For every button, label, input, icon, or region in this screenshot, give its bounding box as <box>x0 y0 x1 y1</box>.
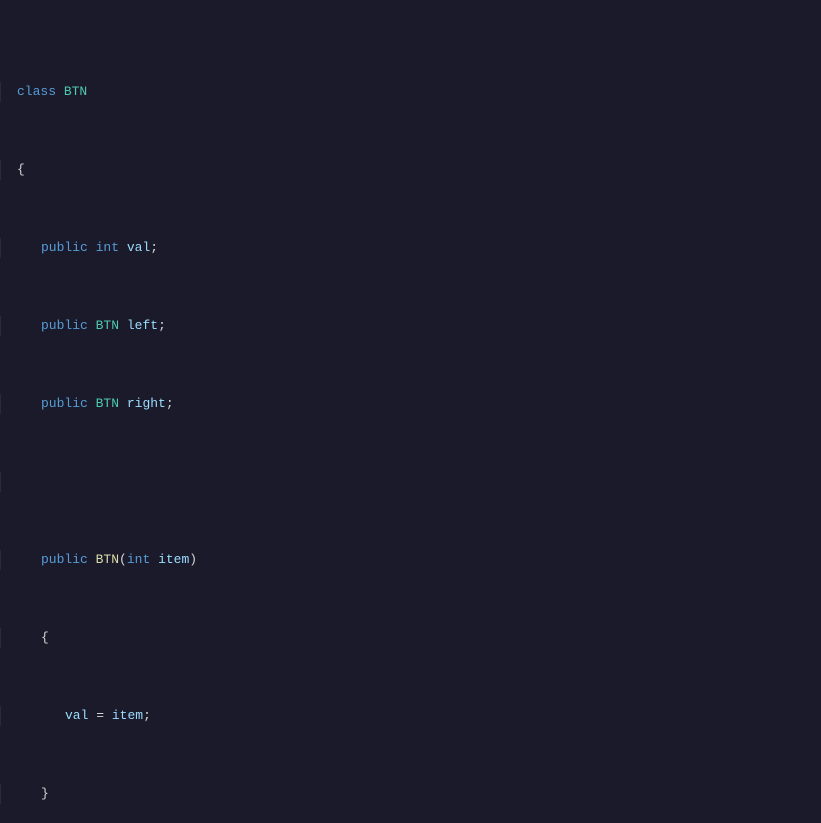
code-line: val = item; <box>0 706 821 726</box>
code-line: public int val; <box>0 238 821 258</box>
code-line: { <box>0 628 821 648</box>
code-line: public BTN left; <box>0 316 821 336</box>
code-line: public BTN right; <box>0 394 821 414</box>
code-editor: class BTN { public int val; public BTN l… <box>0 0 821 823</box>
code-line: } <box>0 784 821 804</box>
code-content: class BTN { public int val; public BTN l… <box>0 0 821 823</box>
code-line: { <box>0 160 821 180</box>
code-line <box>0 472 821 492</box>
code-line: public BTN(int item) <box>0 550 821 570</box>
code-line: class BTN <box>0 82 821 102</box>
